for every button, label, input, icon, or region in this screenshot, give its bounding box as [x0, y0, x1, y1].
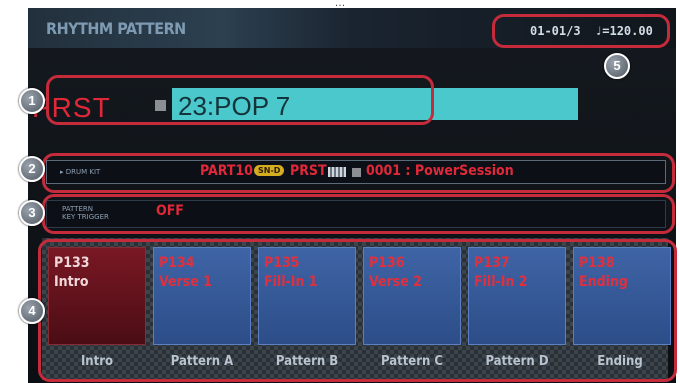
callout-3-icon: 3 — [19, 200, 45, 226]
callout-5-icon: 5 — [604, 53, 630, 79]
highlight-frame-3 — [42, 194, 675, 234]
highlight-frame-4 — [38, 239, 677, 382]
callout-2-icon: 2 — [19, 156, 45, 182]
highlight-frame-2 — [42, 153, 675, 193]
callout-4-icon: 4 — [19, 298, 45, 324]
callout-1-icon: 1 — [19, 88, 45, 114]
highlight-frame-5 — [492, 14, 670, 48]
highlight-frame-1 — [46, 75, 434, 125]
screen-title: RHYTHM PATTERN — [46, 19, 186, 38]
